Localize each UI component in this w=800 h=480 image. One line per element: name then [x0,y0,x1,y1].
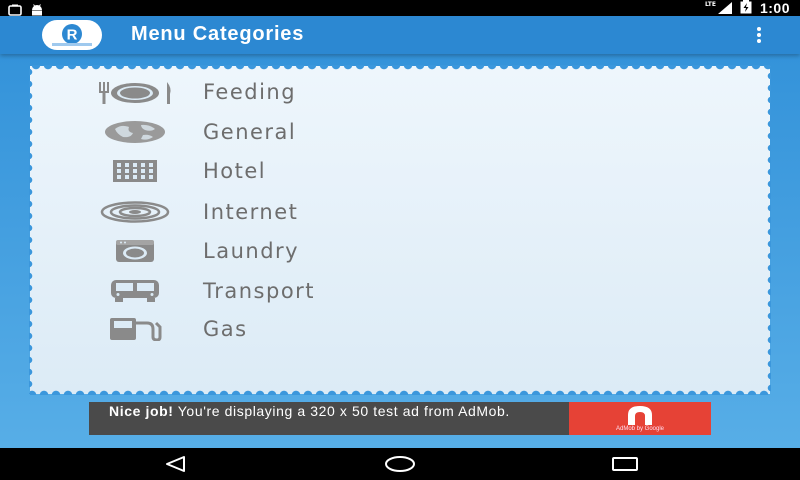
ad-text: Nice job! You're displaying a 320 x 50 t… [109,404,569,418]
navigation-bar [0,448,800,480]
status-right: LTE 1:00 [705,0,790,16]
categories-card: Feeding General Hotel Internet Laundry T… [29,65,771,394]
category-item-laundry[interactable]: Laundry [90,233,610,269]
plate-cutlery-icon [90,74,180,110]
category-label: Hotel [203,159,267,183]
ad-banner[interactable]: Nice job! You're displaying a 320 x 50 t… [89,402,711,435]
signal-icon [717,0,732,18]
admob-caption: AdMob by Google [615,426,665,432]
category-label: Gas [203,317,248,341]
recents-button[interactable] [595,448,655,480]
washing-machine-icon [90,233,180,269]
category-item-gas[interactable]: Gas [90,311,610,347]
category-item-feeding[interactable]: Feeding [90,74,610,110]
category-item-general[interactable]: General [90,114,610,150]
back-button[interactable] [145,448,205,480]
category-item-transport[interactable]: Transport [90,273,610,309]
overflow-menu-icon[interactable] [754,25,764,45]
page-title: Menu Categories [131,23,305,45]
back-icon [166,456,185,472]
category-item-hotel[interactable]: Hotel [90,153,610,189]
ad-body: You're displaying a 320 x 50 test ad fro… [177,403,510,419]
status-time: 1:00 [759,0,790,16]
gas-pump-icon [90,311,180,347]
lte-label: LTE [704,1,716,8]
category-label: Laundry [203,239,300,263]
admob-logo[interactable]: AdMob by Google [569,402,711,435]
home-icon [385,456,415,472]
category-label: General [203,120,297,144]
category-label: Feeding [203,80,297,104]
globe-icon [90,114,180,150]
svg-text:R: R [67,27,78,44]
bus-icon [90,273,180,309]
category-item-internet[interactable]: Internet [90,194,610,230]
building-icon [90,153,180,189]
app-logo-icon[interactable]: R [42,20,102,50]
category-label: Transport [203,279,316,303]
status-bar: LTE 1:00 [0,0,800,16]
home-button[interactable] [370,448,430,480]
ad-headline: Nice job! [109,403,174,419]
app-bar: R Menu Categories [0,16,800,54]
category-label: Internet [203,200,299,224]
recents-icon [612,457,638,471]
admob-icon [628,406,652,425]
battery-charging-icon [740,0,752,18]
wifi-signal-icon [90,194,180,230]
